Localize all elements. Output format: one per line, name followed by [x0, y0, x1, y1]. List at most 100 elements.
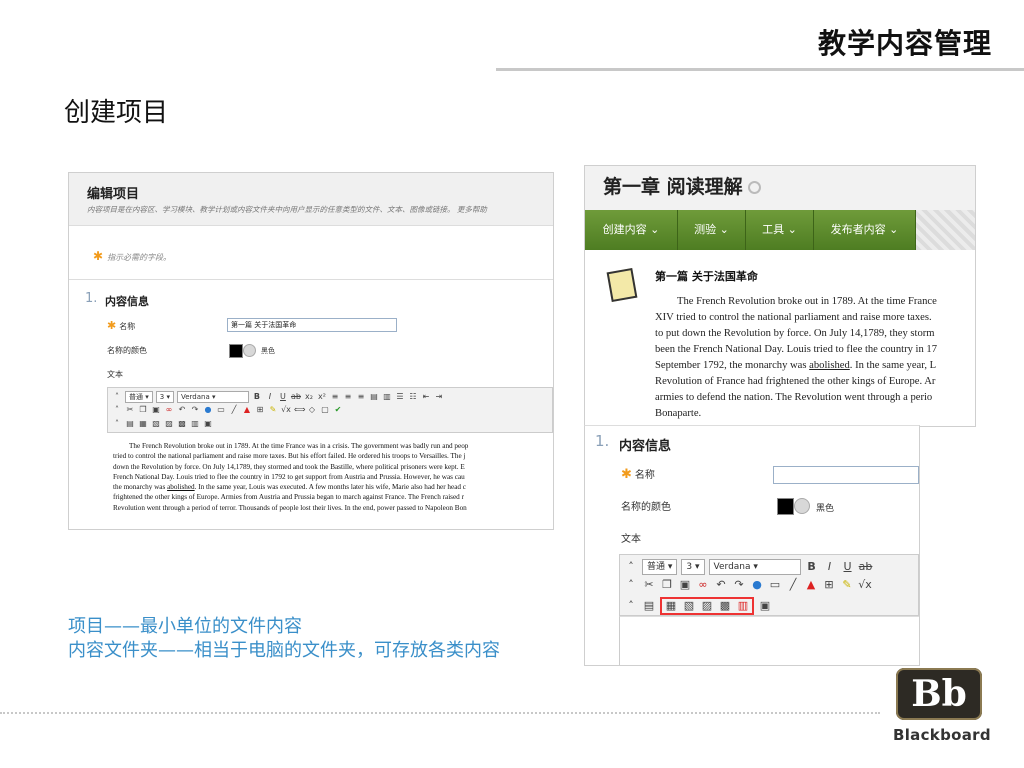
image-icon[interactable]: ▭ [768, 578, 782, 592]
copy-icon[interactable]: ❐ [660, 578, 674, 592]
collapse-icon[interactable]: ˄ [112, 419, 122, 429]
attach-file-icon[interactable]: ▤ [125, 419, 135, 429]
chevron-circle-icon[interactable] [747, 181, 761, 194]
strikethrough-icon[interactable]: ab [859, 560, 873, 574]
bold-icon[interactable]: B [805, 560, 819, 574]
zoom-color-swatch[interactable] [777, 498, 794, 515]
nav-create-content[interactable]: 创建内容 ⌄ [585, 210, 678, 250]
collapse-icon[interactable]: ˄ [112, 392, 122, 402]
name-label-text: 名称 [119, 322, 136, 331]
copy-icon[interactable]: ❐ [138, 405, 148, 415]
insert-icon[interactable]: ⊞ [822, 578, 836, 592]
outdent-icon[interactable]: ⇤ [421, 392, 431, 402]
italic-icon[interactable]: I [265, 392, 275, 402]
superscript-icon[interactable]: x² [317, 392, 327, 402]
highlight-icon[interactable]: ✎ [840, 578, 854, 592]
paste-word-icon[interactable]: ▥ [382, 392, 392, 402]
insert-pdf-icon[interactable]: ▥ [190, 419, 200, 429]
zoom-color-value: 黑色 [816, 504, 835, 514]
paste-icon[interactable]: ▣ [678, 578, 692, 592]
zoom-name-input[interactable] [773, 466, 919, 484]
spellcheck-icon[interactable]: ● [203, 405, 213, 415]
editor-content[interactable]: The French Revolution broke out in 1789.… [113, 441, 553, 525]
fullscreen-icon[interactable]: ▢ [320, 405, 330, 415]
mashup-icon[interactable]: ▣ [203, 419, 213, 429]
bold-icon[interactable]: B [252, 392, 262, 402]
strikethrough-icon[interactable]: ab [291, 392, 301, 402]
pen-icon[interactable]: ╱ [786, 578, 800, 592]
zoom-color-label: 名称的颜色 [621, 502, 671, 513]
unlink-icon[interactable]: ∞ [164, 405, 174, 415]
underline-icon[interactable]: U [278, 392, 288, 402]
numbered-list-icon[interactable]: ☰ [395, 392, 405, 402]
indent-icon[interactable]: ⇥ [434, 392, 444, 402]
insert-pdf-icon[interactable]: ▥ [736, 599, 750, 613]
code-icon[interactable]: ◇ [307, 405, 317, 415]
cut-icon[interactable]: ✂ [642, 578, 656, 592]
zoom-font-select[interactable]: Verdana ▾ [708, 559, 801, 575]
insert-audio-icon[interactable]: ▩ [177, 419, 187, 429]
math-icon[interactable]: √x [281, 405, 291, 415]
bullet-list-icon[interactable]: ☷ [408, 392, 418, 402]
color-picker-button[interactable] [243, 344, 256, 357]
name-input[interactable]: 第一篇 关于法国革命 [227, 318, 397, 332]
undo-icon[interactable]: ↶ [714, 578, 728, 592]
insert-image-icon[interactable]: ▦ [664, 599, 678, 613]
mashup-icon[interactable]: ▣ [758, 599, 772, 613]
insert-image-icon[interactable]: ▦ [138, 419, 148, 429]
unlink-icon[interactable]: ∞ [696, 578, 710, 592]
cut-icon[interactable]: ✂ [125, 405, 135, 415]
highlight-icon[interactable]: ✎ [268, 405, 278, 415]
nav-tools[interactable]: 工具 ⌄ [746, 210, 814, 250]
font-select[interactable]: Verdana ▾ [176, 391, 249, 403]
editor-line: French National Day. Louis tried to flee… [113, 472, 465, 481]
zoom-format-select[interactable]: 普通 ▾ [642, 559, 678, 575]
more-help-link[interactable]: 更多帮助 [457, 205, 487, 214]
image-icon[interactable]: ▭ [216, 405, 226, 415]
section-divider [69, 279, 553, 280]
underline-icon[interactable]: U [841, 560, 855, 574]
zoom-editor-content[interactable] [619, 616, 919, 665]
attach-file-icon[interactable]: ▤ [642, 599, 656, 613]
text-color-icon[interactable]: ▲ [804, 578, 818, 592]
editor-line: tried to control the national parliament… [113, 452, 466, 461]
insert-flash-icon[interactable]: ▨ [700, 599, 714, 613]
collapse-icon[interactable]: ˄ [624, 560, 638, 574]
align-left-icon[interactable]: ≡ [330, 392, 340, 402]
collapse-icon[interactable]: ˄ [624, 578, 638, 592]
redo-icon[interactable]: ↷ [732, 578, 746, 592]
zoom-size-select[interactable]: 3 ▾ [681, 559, 705, 575]
item-title[interactable]: 第一篇 关于法国革命 [655, 268, 758, 284]
html-icon[interactable]: ⟺ [294, 405, 305, 415]
zoom-color-picker-button[interactable] [794, 498, 810, 514]
nav-quiz[interactable]: 测验 ⌄ [678, 210, 746, 250]
collapse-icon[interactable]: ˄ [112, 405, 122, 415]
color-swatch[interactable] [229, 344, 243, 358]
zoomed-form-screenshot: 1. 内容信息 ✱ 名称 名称的颜色 黑色 文本 ˄ 普通 ▾ 3 ▾ Verda… [584, 425, 920, 666]
check-icon[interactable]: ✔ [333, 405, 343, 415]
paste-icon[interactable]: ▣ [151, 405, 161, 415]
nav-publisher-content[interactable]: 发布者内容 ⌄ [814, 210, 916, 250]
size-select[interactable]: 3 ▾ [155, 391, 174, 403]
italic-icon[interactable]: I [823, 560, 837, 574]
insert-media-icon[interactable]: ▧ [682, 599, 696, 613]
insert-media-icon[interactable]: ▧ [151, 419, 161, 429]
text-color-icon[interactable]: ▲ [242, 405, 252, 415]
zoom-format-select-value: 普通 [647, 562, 666, 572]
align-right-icon[interactable]: ≡ [356, 392, 366, 402]
pen-icon[interactable]: ╱ [229, 405, 239, 415]
subscript-icon[interactable]: x₂ [304, 392, 314, 402]
paste-text-icon[interactable]: ▤ [369, 392, 379, 402]
undo-icon[interactable]: ↶ [177, 405, 187, 415]
spellcheck-icon[interactable]: ● [750, 578, 764, 592]
collapse-icon[interactable]: ˄ [624, 599, 638, 613]
align-center-icon[interactable]: ≡ [343, 392, 353, 402]
insert-audio-icon[interactable]: ▩ [718, 599, 732, 613]
redo-icon[interactable]: ↷ [190, 405, 200, 415]
zoom-section-number: 1. [595, 432, 610, 450]
math-icon[interactable]: √x [858, 578, 872, 592]
insert-flash-icon[interactable]: ▨ [164, 419, 174, 429]
insert-icon[interactable]: ⊞ [255, 405, 265, 415]
edit-item-screenshot: 编辑项目 内容项目是在内容区、学习模块、教学计划或内容文件夹中向用户显示的任意类… [68, 172, 554, 530]
format-select[interactable]: 普通 ▾ [125, 391, 153, 403]
